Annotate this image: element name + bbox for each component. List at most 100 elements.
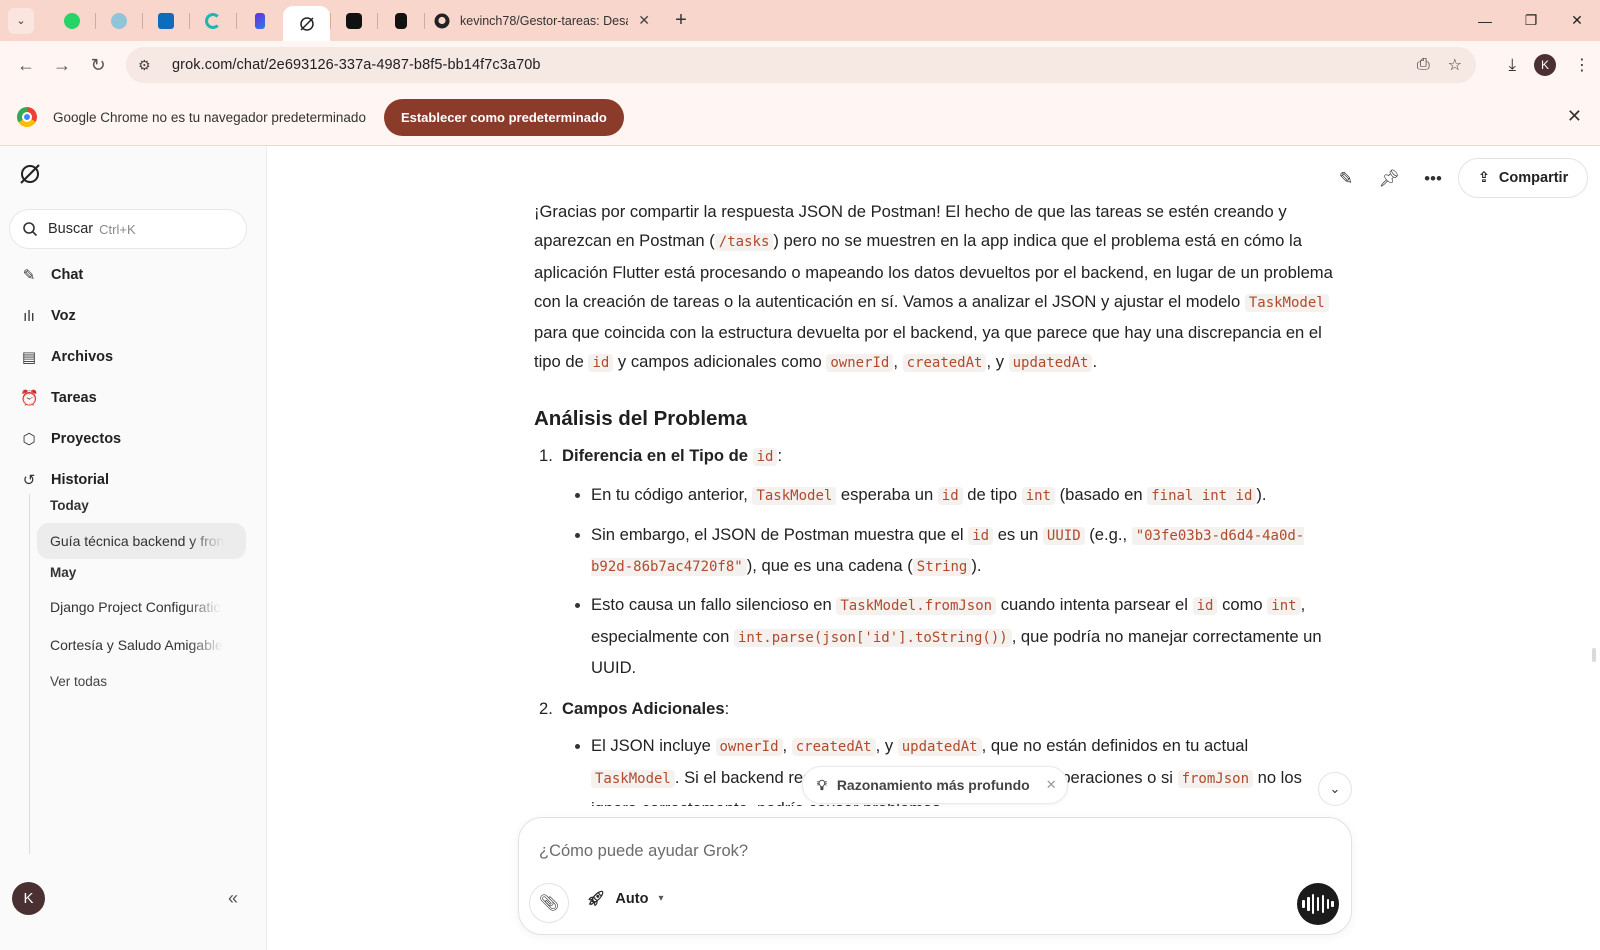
chevron-down-icon: ▾: [658, 893, 664, 904]
file-icon: ▤: [21, 349, 37, 366]
search-label: Buscar: [48, 221, 94, 237]
tab-title: kevinch78/Gestor-tareas: Desar: [460, 13, 629, 28]
list-item: Esto causa un fallo silencioso en TaskMo…: [534, 590, 1334, 682]
pinned-tab-app2[interactable]: [377, 0, 424, 41]
set-default-button[interactable]: Establecer como predeterminado: [383, 98, 624, 136]
pinned-tab-app1[interactable]: [330, 0, 377, 41]
address-bar[interactable]: ⚙ grok.com/chat/2e693126-337a-4987-b8f5-…: [126, 47, 1476, 83]
collapse-sidebar-icon[interactable]: «: [228, 888, 238, 909]
message-composer: ¿Cómo puede ayudar Grok? 📎︎ 🚀︎ Auto ▾: [518, 817, 1352, 935]
sidebar-item-proyectos[interactable]: ⬡ Proyectos: [20, 424, 121, 454]
sidebar-item-label: Voz: [51, 308, 76, 324]
menu-kebab-icon[interactable]: ⋮: [1574, 55, 1590, 75]
grok-icon: [299, 16, 314, 31]
browser-toolbar: ← → ↻ ⚙ grok.com/chat/2e693126-337a-4987…: [0, 41, 1600, 89]
sidebar-item-archivos[interactable]: ▤ Archivos: [20, 342, 113, 372]
chrome-logo-icon: [17, 107, 37, 127]
list-item: En tu código anterior, TaskModel esperab…: [534, 480, 1334, 511]
tab-strip: ⌄ kevinch78/Gestor-tareas: Desar ✕ + — ❐…: [0, 0, 1600, 41]
globe-icon: [110, 12, 127, 29]
scroll-to-bottom-button[interactable]: ⌄: [1318, 772, 1352, 806]
grok-logo-icon[interactable]: [18, 162, 42, 186]
sidebar-item-label: Archivos: [51, 349, 114, 365]
model-mode-selector[interactable]: 🚀︎ Auto ▾: [587, 890, 664, 908]
history-item[interactable]: Cortesía y Saludo Amigable: [37, 627, 246, 663]
sidebar-item-voz[interactable]: ılı Voz: [20, 301, 76, 331]
pin-icon[interactable]: 📌︎: [1376, 166, 1402, 192]
outlook-icon: [157, 12, 174, 29]
history-item-selected[interactable]: Guía técnica backend y fron: [37, 523, 246, 559]
more-options-icon[interactable]: •••: [1420, 166, 1446, 192]
close-window-button[interactable]: ✕: [1554, 0, 1600, 41]
app-icon: [345, 12, 362, 29]
box-icon: ⬡: [22, 431, 36, 448]
sidebar-item-chat[interactable]: ✎ Chat: [20, 260, 84, 290]
default-browser-infobar: Google Chrome no es tu navegador predete…: [0, 89, 1600, 146]
assistant-message: ¡Gracias por compartir la respuesta JSON…: [534, 197, 1334, 806]
user-avatar[interactable]: K: [12, 882, 45, 915]
tab-github[interactable]: kevinch78/Gestor-tareas: Desar ✕: [424, 0, 660, 41]
url-text: grok.com/chat/2e693126-337a-4987-b8f5-bb…: [172, 57, 541, 73]
voice-mode-button[interactable]: [1297, 883, 1339, 925]
sidebar-item-tareas[interactable]: ⏰ Tareas: [20, 383, 97, 413]
upload-icon: ⇪: [1477, 170, 1490, 186]
profile-avatar[interactable]: K: [1534, 54, 1556, 76]
install-app-icon[interactable]: ⎙: [1417, 56, 1430, 74]
p-app-icon: [254, 12, 265, 29]
sidebar: Buscar Ctrl+K ✎ Chat ılı Voz ▤ Archivos …: [0, 146, 267, 950]
github-icon: [434, 13, 450, 28]
close-infobar-icon[interactable]: ✕: [1567, 106, 1582, 127]
search-box[interactable]: Buscar Ctrl+K: [9, 209, 247, 249]
restore-button[interactable]: ❐: [1508, 0, 1554, 41]
pinned-tab-p[interactable]: [236, 0, 283, 41]
share-button[interactable]: ⇪ Compartir: [1458, 158, 1588, 198]
pinned-tab-outlook[interactable]: [142, 0, 189, 41]
message-input[interactable]: ¿Cómo puede ayudar Grok?: [539, 842, 748, 861]
forward-button[interactable]: →: [44, 47, 80, 83]
history-icon: ↺: [22, 472, 36, 489]
search-icon: [23, 222, 38, 237]
reload-button[interactable]: ↻: [80, 47, 116, 83]
close-tab-icon[interactable]: ✕: [638, 12, 650, 29]
infobar-text: Google Chrome no es tu navegador predete…: [53, 109, 366, 125]
pinned-tab-c[interactable]: [189, 0, 236, 41]
remove-chip-icon[interactable]: ✕: [1046, 777, 1057, 793]
lightbulb-icon: 💡︎: [817, 776, 827, 793]
history-item-label: Guía técnica backend y fron: [50, 533, 225, 549]
pinned-tab-whatsapp[interactable]: [48, 0, 95, 41]
reasoning-label: Razonamiento más profundo: [836, 777, 1030, 793]
rocket-icon: 🚀︎: [587, 891, 606, 907]
list-item: Sin embargo, el JSON de Postman muestra …: [534, 520, 1334, 583]
new-chat-edit-icon[interactable]: ✎: [1333, 166, 1359, 192]
history-divider: [29, 494, 30, 854]
download-icon[interactable]: ⤓: [1508, 55, 1516, 75]
bookmark-star-icon[interactable]: ☆: [1448, 55, 1462, 75]
alarm-icon: ⏰: [20, 390, 39, 407]
whatsapp-icon: [63, 12, 80, 29]
paperclip-icon: 📎︎: [538, 895, 560, 912]
search-shortcut: Ctrl+K: [99, 221, 136, 237]
intro-paragraph: ¡Gracias por compartir la respuesta JSON…: [534, 202, 1333, 373]
sidebar-item-label: Chat: [51, 267, 84, 283]
new-tab-button[interactable]: +: [666, 6, 696, 36]
see-all-history-link[interactable]: Ver todas: [50, 674, 107, 689]
scrollbar-thumb[interactable]: [1592, 648, 1596, 662]
waveform-icon: ılı: [23, 307, 35, 325]
history-item[interactable]: Django Project Configuratio: [37, 589, 246, 625]
c-app-icon: [204, 12, 221, 29]
sidebar-item-historial[interactable]: ↺ Historial: [20, 465, 109, 495]
window-controls: — ❐ ✕: [1462, 0, 1600, 41]
pinned-tab-grok[interactable]: [283, 6, 330, 41]
list-item: 1. Diferencia en el Tipo de id:: [539, 446, 783, 467]
tab-search-dropdown[interactable]: ⌄: [8, 7, 34, 34]
attach-button[interactable]: 📎︎: [529, 883, 569, 923]
minimize-button[interactable]: —: [1462, 0, 1508, 41]
site-settings-icon[interactable]: ⚙: [138, 57, 158, 74]
history-item-label: Django Project Configuratio: [50, 599, 222, 615]
sidebar-item-label: Proyectos: [51, 431, 122, 447]
sidebar-item-label: Tareas: [51, 390, 97, 406]
pinned-tab-globe[interactable]: [95, 0, 142, 41]
back-button[interactable]: ←: [8, 47, 44, 83]
deep-reasoning-chip[interactable]: 💡︎ Razonamiento más profundo ✕: [802, 766, 1068, 804]
bullet-list: En tu código anterior, TaskModel esperab…: [534, 480, 1334, 682]
